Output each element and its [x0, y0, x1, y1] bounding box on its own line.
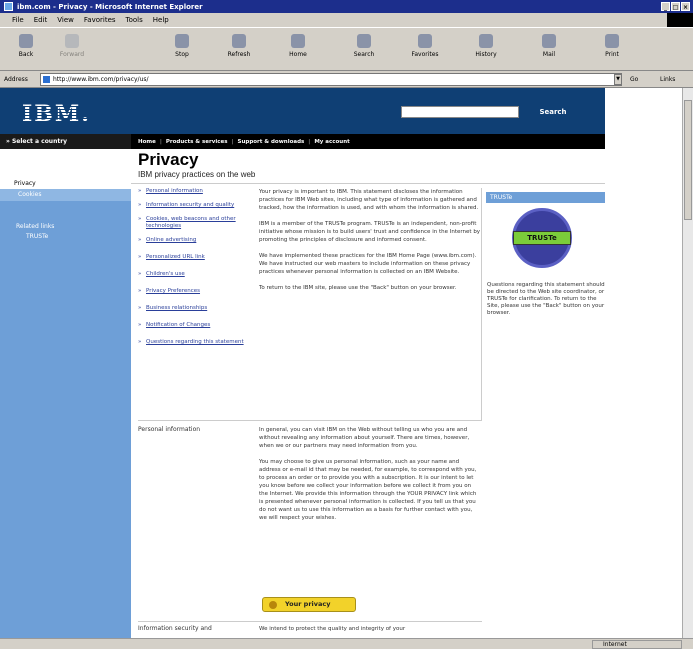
menu-bar: File Edit View Favorites Tools Help: [0, 13, 693, 27]
toc-link[interactable]: Personalized URL link: [138, 254, 248, 261]
site-search-input[interactable]: [401, 106, 519, 118]
section-label-information-security: Information security and: [138, 625, 212, 632]
related-links: Related links TRUSTe: [0, 201, 131, 242]
home-button[interactable]: Home: [276, 34, 320, 58]
toc-link[interactable]: Information security and quality: [138, 202, 248, 209]
mail-icon: [542, 34, 556, 48]
home-icon: [291, 34, 305, 48]
related-link-truste[interactable]: TRUSTe: [16, 232, 115, 242]
back-arrow-icon: [19, 34, 33, 48]
page-subtitle: IBM privacy practices on the web: [138, 170, 256, 179]
minimize-icon[interactable]: _: [661, 2, 670, 11]
forward-button[interactable]: Forward: [50, 34, 94, 58]
refresh-icon: [232, 34, 246, 48]
nav-home[interactable]: Home: [138, 139, 156, 145]
favorites-button[interactable]: Favorites: [403, 34, 447, 58]
stop-icon: [175, 34, 189, 48]
maximize-icon[interactable]: □: [671, 2, 680, 11]
links-button[interactable]: Links: [660, 76, 675, 83]
toc-link[interactable]: Online advertising: [138, 237, 248, 244]
menu-edit[interactable]: Edit: [34, 16, 48, 24]
nav-products[interactable]: Products & services: [166, 139, 228, 145]
site-top-nav: Home | Products & services | Support & dow…: [131, 134, 605, 149]
go-button[interactable]: Go: [630, 76, 638, 83]
ibm-logo[interactable]: IBM.: [22, 101, 91, 127]
address-bar: Address http://www.ibm.com/privacy/us/ ▼…: [0, 71, 693, 88]
address-input[interactable]: http://www.ibm.com/privacy/us/: [40, 73, 622, 86]
search-icon: [357, 34, 371, 48]
personal-paragraph: In general, you can visit IBM on the Web…: [259, 427, 470, 449]
nav-my-account[interactable]: My account: [314, 139, 349, 145]
refresh-button[interactable]: Refresh: [217, 34, 261, 58]
favorites-icon: [418, 34, 432, 48]
menu-favorites[interactable]: Favorites: [84, 16, 116, 24]
sidebar-item-cookies[interactable]: Cookies: [0, 189, 131, 201]
windows-logo-icon: [667, 13, 693, 27]
address-label: Address: [4, 76, 28, 83]
page-title: Privacy: [138, 150, 199, 169]
toc-link[interactable]: Questions regarding this statement: [138, 339, 248, 346]
search-button[interactable]: Search: [342, 34, 386, 58]
mail-button[interactable]: Mail: [527, 34, 571, 58]
intro-text: Your privacy is important to IBM. This s…: [259, 188, 481, 300]
status-bar: Internet: [0, 638, 693, 649]
ie-icon: [4, 2, 13, 11]
personal-paragraph: You may choose to give us personal infor…: [259, 459, 477, 521]
browser-toolbar: Back Forward Stop Refresh Home Search Fa…: [0, 27, 693, 71]
menu-file[interactable]: File: [12, 16, 24, 24]
toc-link[interactable]: Children's use: [138, 271, 248, 278]
back-button[interactable]: Back: [4, 34, 48, 58]
table-of-contents: Personal information Information securit…: [138, 188, 248, 346]
menu-tools[interactable]: Tools: [126, 16, 143, 24]
history-icon: [479, 34, 493, 48]
nav-support[interactable]: Support & downloads: [238, 139, 305, 145]
toc-link[interactable]: Privacy Preferences: [138, 288, 248, 295]
history-button[interactable]: History: [464, 34, 508, 58]
toc-link[interactable]: Personal information: [138, 188, 248, 195]
select-country-link[interactable]: » Select a country: [0, 134, 131, 149]
menu-help[interactable]: Help: [153, 16, 169, 24]
window-title: ibm.com - Privacy - Microsoft Internet E…: [17, 2, 203, 11]
menu-view[interactable]: View: [57, 16, 74, 24]
left-sidebar: Privacy Cookies Related links TRUSTe: [0, 149, 131, 638]
truste-heading: TRUSTe: [486, 192, 605, 203]
vertical-scrollbar[interactable]: [682, 88, 693, 638]
stop-button[interactable]: Stop: [160, 34, 204, 58]
your-privacy-button[interactable]: Your privacy: [262, 597, 356, 612]
print-icon: [605, 34, 619, 48]
intro-paragraph: We have implemented these practices for …: [259, 253, 477, 275]
toc-link[interactable]: Cookies, web beacons and other technolog…: [138, 216, 248, 230]
security-text: We intend to protect the quality and int…: [259, 626, 406, 632]
sidebar-item-privacy[interactable]: Privacy: [0, 179, 131, 189]
toc-link[interactable]: Notification of Changes: [138, 322, 248, 329]
forward-arrow-icon: [65, 34, 79, 48]
window-titlebar: ibm.com - Privacy - Microsoft Internet E…: [0, 0, 693, 13]
security-zone: Internet: [592, 640, 682, 649]
related-links-heading: Related links: [16, 223, 55, 230]
truste-seal[interactable]: TRUSTe: [512, 208, 572, 268]
intro-paragraph: To return to the IBM site, please use th…: [259, 285, 457, 291]
truste-seal-label: TRUSTe: [513, 231, 571, 245]
site-search-button[interactable]: Search: [522, 105, 584, 119]
personal-information-text: In general, you can visit IBM on the Web…: [259, 426, 481, 530]
intro-paragraph: IBM is a member of the TRUSTe program. T…: [259, 221, 481, 243]
truste-text: Questions regarding this statement shoul…: [487, 282, 605, 316]
section-label-personal-information: Personal information: [138, 426, 201, 433]
address-dropdown-icon[interactable]: ▼: [614, 74, 622, 85]
ibm-masthead: IBM. Search: [0, 88, 605, 134]
web-page: IBM. Search » Select a country Home | Pro…: [0, 88, 682, 638]
close-icon[interactable]: ×: [681, 2, 690, 11]
toc-link[interactable]: Business relationships: [138, 305, 248, 312]
intro-paragraph: Your privacy is important to IBM. This s…: [259, 189, 479, 211]
scrollbar-thumb[interactable]: [684, 100, 692, 220]
print-button[interactable]: Print: [590, 34, 634, 58]
